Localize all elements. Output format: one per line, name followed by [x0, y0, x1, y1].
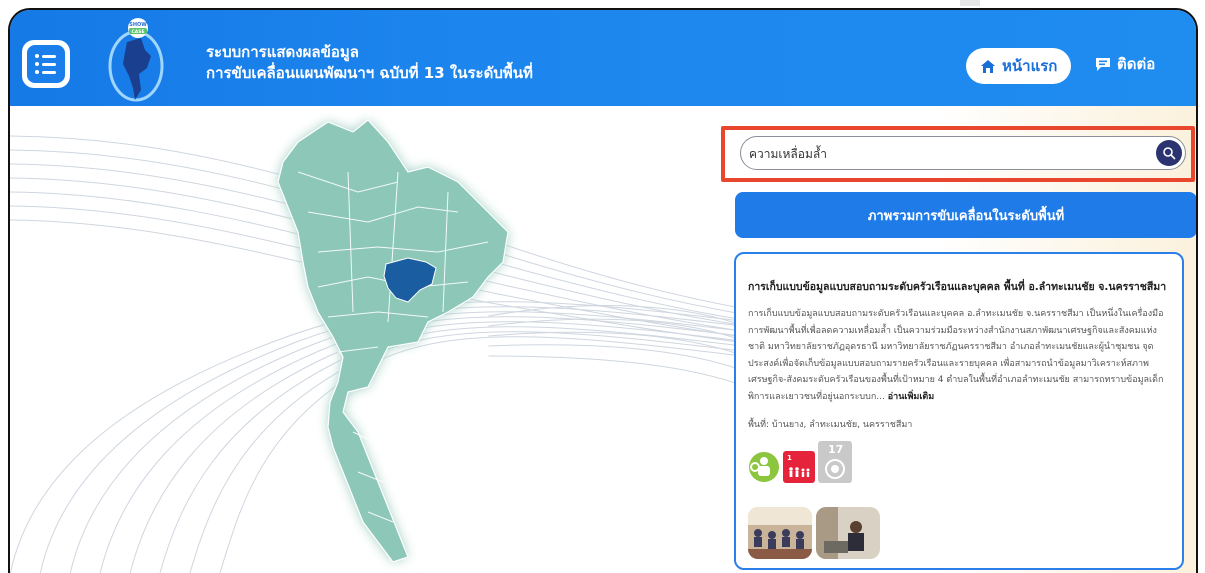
home-nav-label: หน้าแรก [1002, 57, 1058, 75]
app-title: ระบบการแสดงผลข้อมูล การขับเคลื่อนแผนพัฒน… [206, 42, 533, 84]
sdg-icons-row: 1 17 [748, 441, 1170, 483]
menu-button[interactable] [22, 40, 70, 88]
svg-text:CASE: CASE [131, 29, 144, 35]
svg-text:1: 1 [787, 454, 792, 462]
contact-nav-label: ติดต่อ [1117, 55, 1156, 73]
overview-button[interactable]: ภาพรวมการขับเคลื่อนในระดับพื้นที่ [735, 192, 1196, 238]
sdg-people-icon [748, 451, 780, 483]
card-description: การเก็บแบบข้อมูลแบบสอบถามระดับครัวเรือนแ… [748, 306, 1170, 405]
meeting-photo[interactable] [748, 507, 812, 559]
home-nav-button[interactable]: หน้าแรก [966, 48, 1072, 84]
header-bar: SHOW CASE ระบบการแสดงผลข้อมูล การขับเคลื… [10, 10, 1196, 106]
menu-icon [27, 45, 65, 83]
read-more-link[interactable]: อ่านเพิ่มเติม [888, 392, 934, 402]
app-window: SHOW CASE ระบบการแสดงผลข้อมูล การขับเคลื… [8, 8, 1198, 573]
photo-gallery [748, 507, 1170, 559]
sdg-17-number: 17 [828, 443, 843, 456]
top-edge-marker [960, 0, 980, 6]
search-icon [1163, 147, 1176, 160]
app-title-line2: การขับเคลื่อนแผนพัฒนาฯ ฉบับที่ 13 ในระดั… [206, 64, 533, 82]
showcase-logo[interactable]: SHOW CASE [105, 16, 167, 104]
home-icon [981, 59, 995, 73]
thailand-map[interactable] [258, 112, 518, 573]
interview-photo[interactable] [816, 507, 880, 559]
contact-nav-link[interactable]: ติดต่อ [1095, 52, 1155, 76]
sdg-1-no-poverty-icon: 1 [783, 451, 815, 483]
sdg-17-partnership-icon: 17 [818, 441, 852, 483]
card-description-text: การเก็บแบบข้อมูลแบบสอบถามระดับครัวเรือนแ… [748, 309, 1164, 402]
search-bar[interactable] [740, 136, 1186, 170]
search-button[interactable] [1156, 140, 1182, 166]
svg-text:SHOW: SHOW [129, 22, 147, 28]
project-card[interactable]: การเก็บแบบข้อมูลแบบสอบถามระดับครัวเรือนแ… [734, 252, 1184, 570]
main-content: ภาพรวมการขับเคลื่อนในระดับพื้นที่ การเก็… [10, 106, 1196, 573]
card-title[interactable]: การเก็บแบบข้อมูลแบบสอบถามระดับครัวเรือนแ… [748, 278, 1170, 295]
search-input[interactable] [749, 144, 1149, 164]
card-area: พื้นที่: บ้านยาง, ลำทะเมนชัย, นครราชสีมา [748, 420, 913, 430]
message-icon [1096, 57, 1110, 71]
app-title-line1: ระบบการแสดงผลข้อมูล [206, 43, 359, 61]
